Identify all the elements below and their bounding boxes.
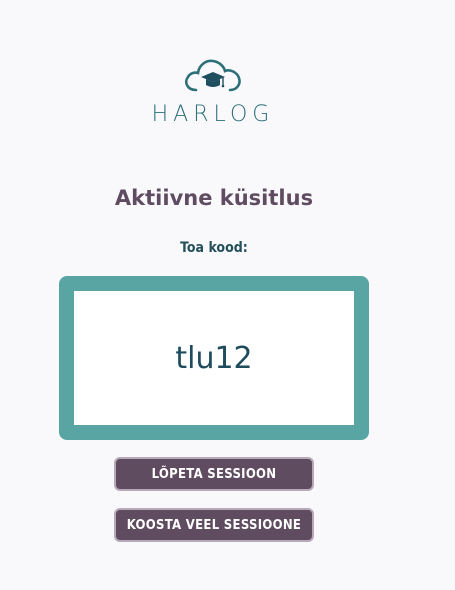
- logo: HARLOG: [138, 54, 288, 130]
- page: HARLOG Aktiivne küsitlus Toa kood: tlu12…: [0, 0, 455, 590]
- cloud-graduation-cap-icon: [184, 59, 241, 92]
- create-more-sessions-button[interactable]: KOOSTA VEEL SESSIOONE: [114, 508, 314, 542]
- room-code-inner: tlu12: [74, 291, 354, 425]
- room-code-value: tlu12: [175, 340, 253, 376]
- room-code-box: tlu12: [59, 276, 369, 440]
- logo-text: HARLOG: [151, 102, 275, 127]
- end-session-button[interactable]: LÕPETA SESSIOON: [114, 457, 314, 491]
- room-code-label: Toa kood:: [180, 240, 248, 256]
- page-title: Aktiivne küsitlus: [114, 186, 314, 210]
